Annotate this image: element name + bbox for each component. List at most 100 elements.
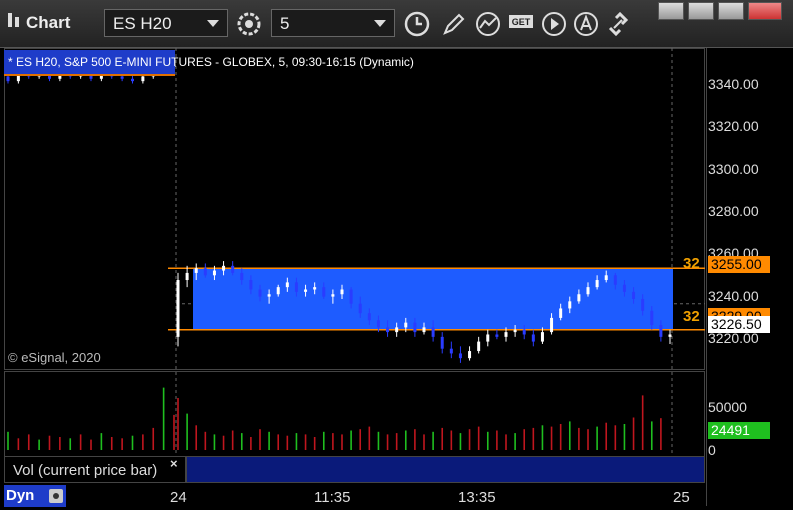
volume-bar: [286, 435, 289, 450]
volume-bar: [395, 433, 398, 450]
volume-bar: [477, 426, 480, 450]
candle-body: [331, 294, 335, 297]
volume-bar: [423, 434, 425, 450]
volume-bar: [559, 424, 562, 450]
volume-bar: [48, 435, 51, 450]
volume-bar: [59, 437, 61, 450]
copyright-text: © eSignal, 2020: [8, 350, 101, 365]
time-label: 13:35: [458, 489, 496, 506]
volume-bar: [186, 413, 188, 450]
last-price-badge: 3226.50: [708, 316, 770, 333]
candle-body: [449, 348, 453, 354]
time-label: 11:35: [314, 489, 351, 506]
candle-body: [212, 270, 216, 276]
candle-body: [141, 76, 145, 82]
price-label: 3280.00: [708, 203, 759, 219]
volume-bar: [195, 425, 198, 450]
candle-body: [267, 294, 271, 297]
candle-body: [386, 327, 390, 333]
volume-legend[interactable]: Vol (current price bar): [4, 456, 186, 483]
candle-body: [422, 327, 426, 333]
candle-body: [340, 289, 344, 295]
volume-bar: [322, 431, 325, 450]
symbol-description: * ES H20, S&P 500 E-MINI FUTURES - GLOBE…: [8, 55, 414, 69]
price-label: 3240.00: [708, 288, 759, 304]
candle-body: [540, 332, 544, 342]
volume-bar: [152, 427, 155, 450]
volume-bar: [110, 437, 113, 450]
candle-body: [586, 287, 590, 295]
volume-bar: [162, 387, 165, 450]
candle-body: [522, 329, 526, 335]
volume-bar: [441, 427, 444, 450]
volume-bar: [27, 434, 30, 450]
volume-bar: [204, 431, 207, 450]
volume-bar: [268, 431, 270, 450]
candle-body: [304, 289, 308, 292]
volume-bar: [259, 429, 261, 450]
candle-body: [486, 334, 490, 342]
candle-body: [468, 351, 472, 359]
volume-bar: [359, 429, 362, 450]
candle-body: [222, 265, 226, 271]
candle-body: [376, 320, 380, 328]
volume-bar: [250, 437, 252, 450]
volume-bar: [304, 434, 307, 450]
volume-bar: [550, 426, 553, 450]
candle-body: [249, 280, 253, 290]
volume-bar: [486, 431, 489, 450]
volume-bar: [69, 438, 72, 450]
volume-bar: [404, 430, 407, 450]
candle-body: [231, 265, 235, 273]
candle-body: [349, 289, 353, 304]
volume-bar: [623, 424, 626, 450]
candle-body: [194, 268, 198, 273]
candle-body: [313, 287, 317, 290]
last-volume-badge: 24491: [708, 422, 770, 439]
volume-bar: [514, 433, 516, 450]
volume-bar: [632, 417, 635, 450]
volume-bar: [222, 435, 225, 450]
volume-bar: [38, 439, 40, 450]
candle-body: [568, 301, 572, 309]
volume-bar: [523, 429, 526, 450]
candle-body: [404, 322, 408, 328]
candle-body: [550, 317, 554, 333]
candle-body: [203, 268, 207, 276]
upper-level-badge: 3255.00: [708, 256, 770, 273]
candle-body: [322, 287, 326, 297]
volume-legend-strip: [186, 456, 705, 483]
candle-body: [577, 294, 581, 302]
candle-body: [495, 334, 499, 337]
volume-bar: [614, 425, 617, 450]
candle-body: [294, 282, 298, 292]
volume-bar: [532, 427, 535, 450]
volume-bar: [121, 438, 123, 450]
candle-body: [185, 272, 189, 281]
volume-bar: [414, 429, 416, 450]
lock-icon[interactable]: [46, 486, 66, 506]
candle-body: [240, 272, 244, 281]
price-label: 3340.00: [708, 76, 759, 92]
time-label: 24: [170, 489, 187, 506]
volume-bar: [377, 431, 380, 450]
candle-body: [632, 291, 636, 299]
volume-bar: [505, 434, 507, 450]
volume-bar: [277, 434, 280, 450]
close-icon[interactable]: ×: [170, 456, 178, 471]
volume-bar: [313, 437, 316, 450]
volume-bar: [587, 429, 589, 450]
candle-body: [276, 287, 280, 295]
time-label: 25: [673, 489, 690, 506]
candle-body: [458, 353, 462, 359]
volume-bar: [231, 430, 234, 450]
lower-level-tag: 32: [683, 308, 700, 325]
candle-body: [659, 325, 663, 337]
volume-bar: [177, 398, 179, 450]
candle-body: [504, 332, 508, 337]
candle-body: [285, 282, 289, 288]
time-axis[interactable]: [0, 483, 706, 510]
volume-bar: [295, 433, 298, 450]
price-label: 3320.00: [708, 118, 759, 134]
candle-body: [477, 341, 481, 352]
